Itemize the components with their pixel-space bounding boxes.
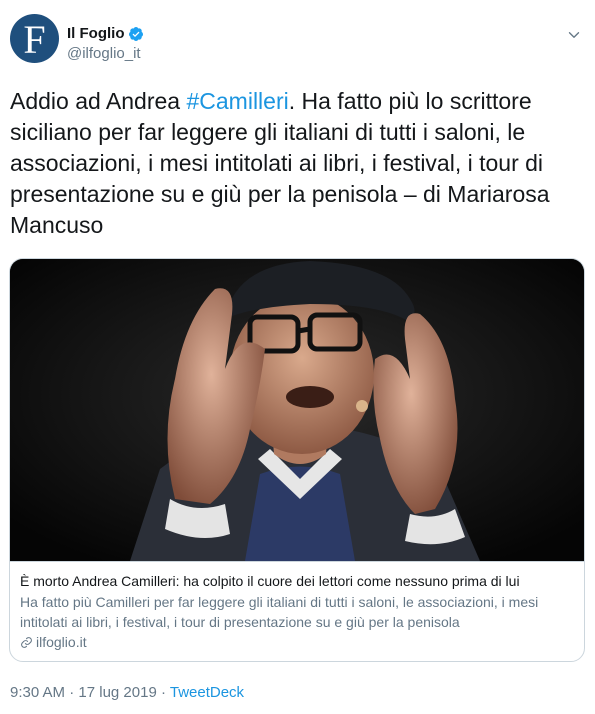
tweet-time[interactable]: 9:30 AM bbox=[10, 684, 65, 701]
avatar[interactable]: F bbox=[10, 14, 59, 63]
tweet-source[interactable]: TweetDeck bbox=[170, 684, 244, 701]
card-image[interactable] bbox=[10, 259, 584, 561]
avatar-letter: F bbox=[23, 16, 46, 62]
tweet-date[interactable]: 17 lug 2019 bbox=[78, 684, 156, 701]
card-body[interactable]: È morto Andrea Camilleri: ha colpito il … bbox=[10, 561, 584, 661]
card-domain[interactable]: ilfoglio.it bbox=[20, 632, 577, 652]
card-title[interactable]: È morto Andrea Camilleri: ha colpito il … bbox=[20, 571, 577, 591]
portrait-photo bbox=[10, 259, 584, 561]
tweet-text: Addio ad Andrea #Camilleri. Ha fatto più… bbox=[10, 86, 585, 241]
name-row: Il Foglio bbox=[67, 25, 144, 42]
display-name[interactable]: Il Foglio bbox=[67, 25, 125, 42]
card-description: Ha fatto più Camilleri per far leggere g… bbox=[20, 594, 539, 630]
link-card[interactable]: È morto Andrea Camilleri: ha colpito il … bbox=[9, 258, 585, 662]
verified-badge-icon bbox=[128, 26, 143, 41]
chevron-down-icon[interactable] bbox=[565, 26, 583, 44]
hashtag-link[interactable]: #Camilleri bbox=[186, 88, 288, 114]
card-domain-text: ilfoglio.it bbox=[36, 634, 87, 650]
tweet-text-before: Addio ad Andrea bbox=[10, 88, 187, 114]
meta-separator-2: · bbox=[156, 684, 170, 701]
meta-separator: · bbox=[65, 684, 79, 701]
link-icon bbox=[21, 636, 32, 648]
tweet-header: F Il Foglio @ilfoglio_it bbox=[10, 14, 585, 70]
tweet-meta: 9:30 AM · 17 lug 2019 · TweetDeck bbox=[10, 684, 244, 701]
handle[interactable]: @ilfoglio_it bbox=[67, 45, 141, 62]
